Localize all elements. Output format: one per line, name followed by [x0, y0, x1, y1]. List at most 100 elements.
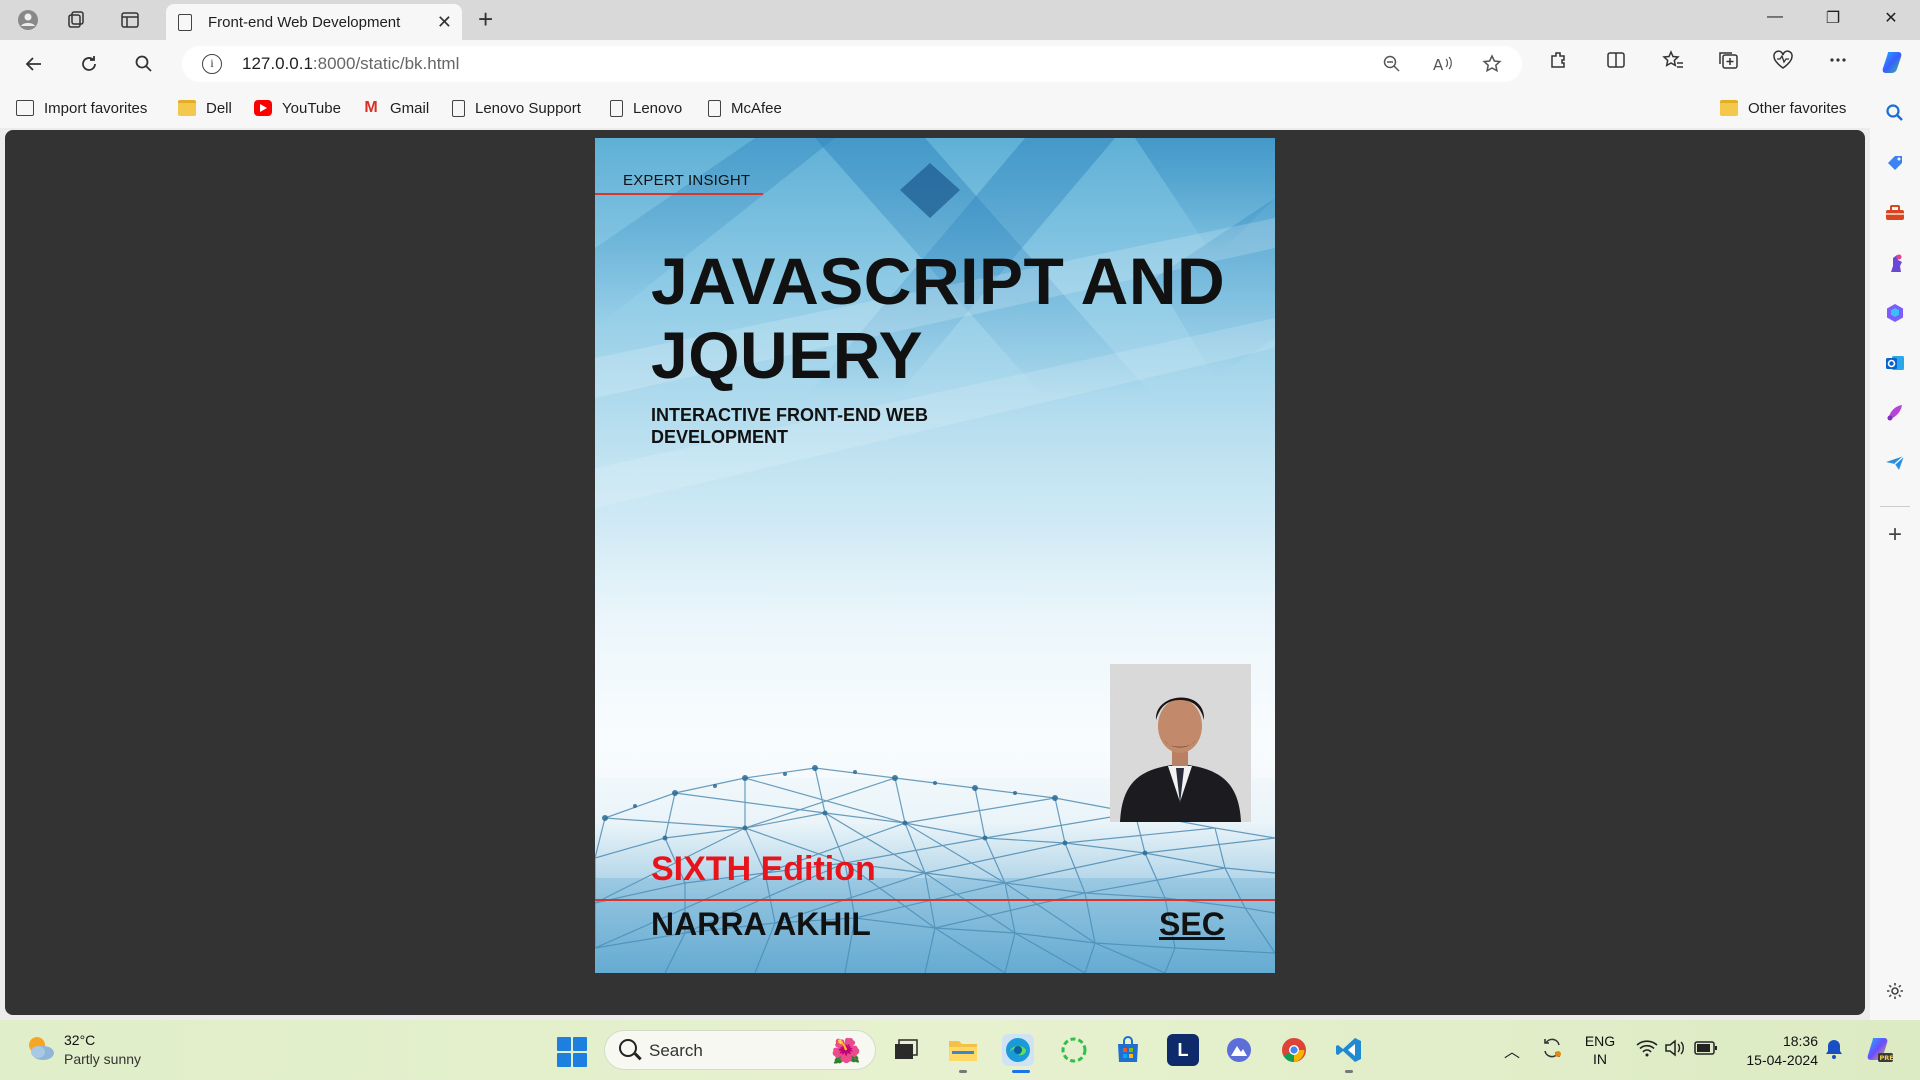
edge-sidebar: + [1870, 88, 1920, 1020]
wifi-icon[interactable] [1636, 1038, 1658, 1063]
send-icon[interactable] [1882, 450, 1908, 476]
close-window-button[interactable]: ✕ [1878, 8, 1904, 30]
close-tab-icon[interactable]: ✕ [437, 12, 452, 33]
notification-bell-icon[interactable] [1824, 1038, 1844, 1065]
page-icon [708, 99, 721, 117]
minimize-button[interactable]: — [1762, 8, 1788, 30]
more-options-icon[interactable] [1828, 50, 1848, 76]
sidebar-divider [1880, 506, 1910, 507]
active-indicator [1012, 1070, 1030, 1073]
search-icon[interactable] [1882, 100, 1908, 126]
search-placeholder: Search [649, 1041, 703, 1060]
new-tab-button[interactable]: + [478, 4, 493, 35]
volume-icon[interactable] [1664, 1038, 1686, 1063]
author-name: NARRA AKHIL [651, 906, 871, 942]
weather-temperature[interactable]: 32°C [64, 1032, 95, 1048]
taskbar-search[interactable]: Search 🌺 [604, 1030, 876, 1070]
series-label: EXPERT INSIGHT [623, 172, 751, 189]
extensions-icon[interactable] [1548, 50, 1568, 76]
book-subtitle: INTERACTIVE FRONT-END WEB DEVELOPMENT [651, 405, 928, 447]
import-icon [16, 100, 34, 116]
file-explorer-icon[interactable] [947, 1034, 979, 1066]
fav-dell[interactable]: Dell [178, 96, 232, 120]
browser-toolbar: i 127.0.0.1:8000/static/bk.html A [0, 40, 1920, 88]
gmail-icon: M [364, 99, 378, 116]
edition-divider [595, 899, 1275, 901]
toolbox-icon[interactable] [1882, 200, 1908, 226]
add-icon[interactable]: + [1882, 521, 1908, 548]
author-photo [1110, 664, 1251, 822]
site-info-icon[interactable]: i [202, 54, 222, 74]
system-clock[interactable]: 18:36 15-04-2024 [1738, 1032, 1818, 1070]
battery-icon[interactable] [1694, 1040, 1718, 1061]
favorites-icon[interactable] [1662, 50, 1684, 76]
favorite-star-icon[interactable] [1482, 54, 1502, 79]
favorites-bar: Import favorites Dell YouTube M Gmail Len… [0, 88, 1870, 128]
page-viewport: EXPERT INSIGHT JAVASCRIPT AND JQUERY INT… [5, 130, 1865, 1015]
fav-lenovo[interactable]: Lenovo [610, 96, 682, 120]
fav-gmail[interactable]: M Gmail [362, 96, 429, 120]
fav-lenovo-support[interactable]: Lenovo Support [452, 96, 581, 120]
edition-label: SIXTH Edition [651, 850, 876, 888]
task-view-icon[interactable] [890, 1034, 922, 1066]
start-button[interactable] [557, 1037, 587, 1067]
tab-title: Front-end Web Development [208, 13, 401, 31]
lenovo-vantage-icon[interactable]: L [1167, 1034, 1199, 1066]
search-icon[interactable] [130, 50, 158, 78]
folder-icon [1720, 100, 1738, 116]
workspaces-icon[interactable] [62, 6, 90, 34]
read-aloud-icon[interactable]: A [1432, 54, 1454, 79]
folder-icon [178, 100, 196, 116]
copilot-icon[interactable] [1880, 48, 1908, 82]
back-button[interactable] [20, 50, 48, 78]
fav-mcafee[interactable]: McAfee [708, 96, 782, 120]
page-icon [178, 13, 192, 31]
svg-text:A: A [1433, 56, 1444, 74]
series-underline [595, 193, 763, 195]
outlook-icon[interactable] [1882, 350, 1908, 376]
tab-front-end-web-development[interactable]: Front-end Web Development ✕ [166, 4, 462, 40]
search-icon [619, 1039, 637, 1057]
split-screen-icon[interactable] [1606, 50, 1626, 76]
profile-icon[interactable] [14, 6, 42, 34]
url-text[interactable]: 127.0.0.1:8000/static/bk.html [242, 54, 459, 74]
windows-taskbar: 32°C Partly sunny Search 🌺 L ︿ ENG IN 18… [0, 1020, 1920, 1080]
copilot-preview-icon[interactable]: PRE [1864, 1034, 1894, 1069]
fav-youtube[interactable]: YouTube [254, 96, 341, 120]
edge-icon[interactable] [1002, 1034, 1034, 1066]
tag-icon[interactable] [1882, 150, 1908, 176]
svg-text:PRE: PRE [1880, 1054, 1894, 1062]
games-icon[interactable] [1882, 250, 1908, 276]
vscode-icon[interactable] [1333, 1034, 1365, 1066]
zoom-out-icon[interactable] [1382, 54, 1402, 79]
fav-other-favorites[interactable]: Other favorites [1720, 96, 1846, 120]
restore-button[interactable]: ❐ [1820, 8, 1846, 30]
sync-icon[interactable] [1540, 1036, 1564, 1065]
language-indicator[interactable]: ENG IN [1584, 1032, 1616, 1068]
refresh-button[interactable] [75, 50, 103, 78]
search-highlight-icon: 🌺 [831, 1038, 861, 1065]
collections-icon[interactable] [1718, 50, 1740, 76]
chrome-icon[interactable] [1278, 1034, 1310, 1066]
mountain-app-icon[interactable] [1223, 1034, 1255, 1066]
page-icon [610, 99, 623, 117]
address-bar[interactable]: i 127.0.0.1:8000/static/bk.html A [182, 46, 1522, 82]
fav-import-favorites[interactable]: Import favorites [16, 96, 147, 120]
book-cover: EXPERT INSIGHT JAVASCRIPT AND JQUERY INT… [595, 138, 1275, 973]
partly-sunny-icon[interactable] [24, 1032, 56, 1064]
youtube-icon [254, 100, 272, 116]
running-indicator [959, 1070, 967, 1073]
designer-icon[interactable] [1882, 400, 1908, 426]
browser-titlebar: Front-end Web Development ✕ + — ❐ ✕ [0, 0, 1920, 40]
microsoft-store-icon[interactable] [1112, 1034, 1144, 1066]
page-icon [452, 99, 465, 117]
show-hidden-icons-icon[interactable]: ︿ [1504, 1038, 1520, 1062]
browser-essentials-icon[interactable] [1772, 50, 1794, 76]
microsoft365-icon[interactable] [1882, 300, 1908, 326]
book-title: JAVASCRIPT AND JQUERY [651, 244, 1226, 392]
refresh-app-icon[interactable] [1058, 1034, 1090, 1066]
running-indicator [1345, 1070, 1353, 1073]
weather-description[interactable]: Partly sunny [64, 1051, 141, 1067]
settings-icon[interactable] [1882, 978, 1908, 1004]
tab-actions-icon[interactable] [116, 6, 144, 34]
